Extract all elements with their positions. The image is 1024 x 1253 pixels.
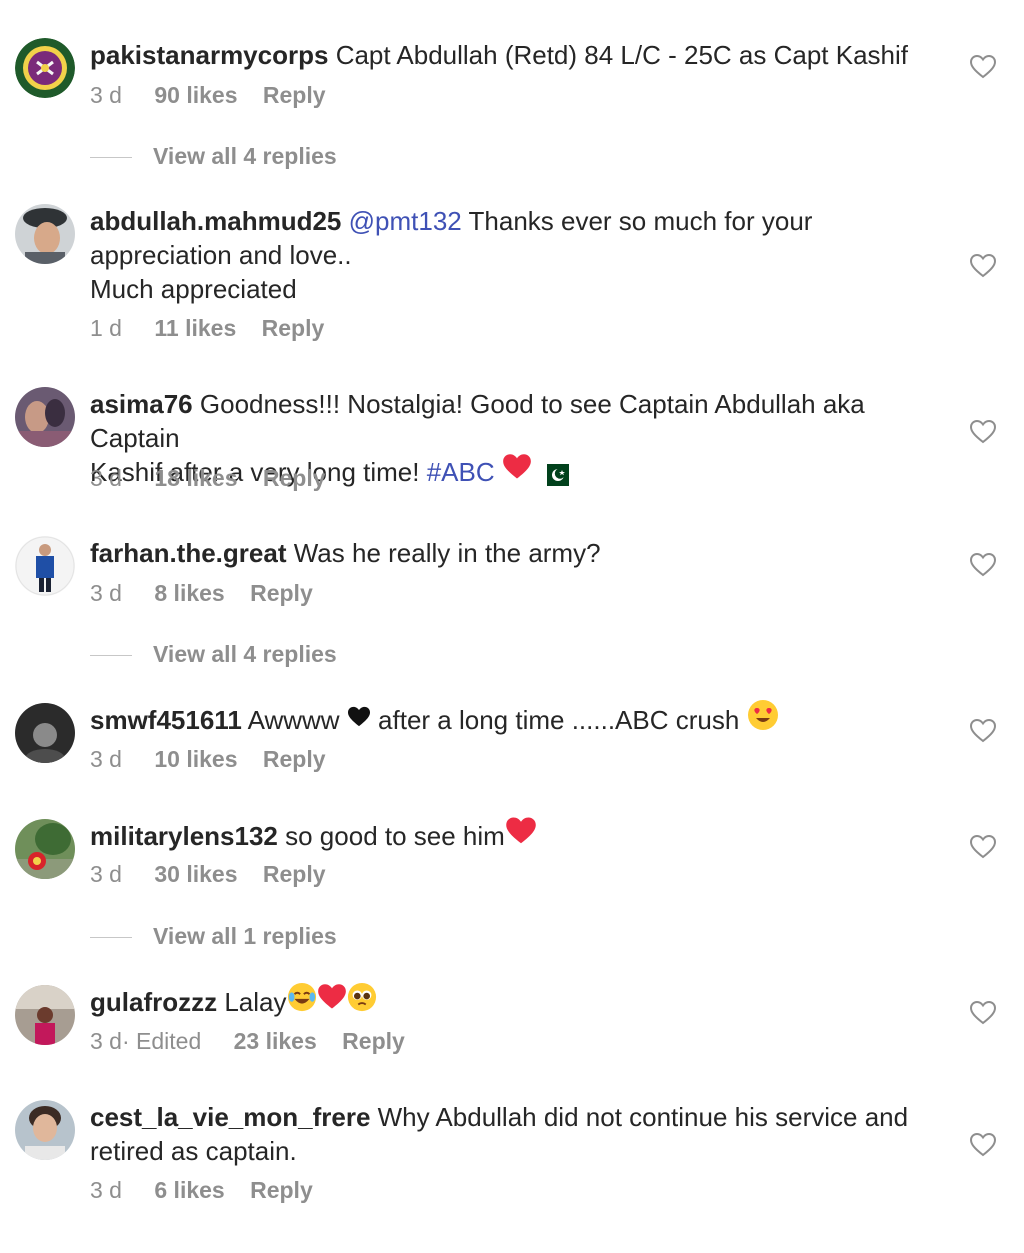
- reply-divider-line: [90, 937, 132, 938]
- heart-eyes-emoji-icon: [747, 699, 779, 739]
- timestamp: 3 d: [90, 861, 122, 887]
- likes-count[interactable]: 8 likes: [154, 580, 224, 606]
- comment-text: abdullah.mahmud25 @pmt132 Thanks ever so…: [90, 204, 960, 306]
- reply-button[interactable]: Reply: [262, 315, 325, 341]
- comment-meta: 3 d 30 likes Reply: [90, 860, 326, 888]
- comment-body: Capt Abdullah (Retd) 84 L/C - 25C as Cap…: [335, 40, 908, 70]
- comment-body-line: Much appreciated: [90, 274, 297, 304]
- comment-text: cest_la_vie_mon_frere Why Abdullah did n…: [90, 1100, 960, 1168]
- comment-body-line: appreciation and love..: [90, 240, 352, 270]
- username[interactable]: gulafrozzz: [90, 987, 217, 1017]
- avatar[interactable]: [15, 536, 75, 596]
- comment-meta: 1 d 11 likes Reply: [90, 314, 324, 342]
- timestamp: 3 d: [90, 1177, 122, 1203]
- like-heart-icon[interactable]: [970, 420, 996, 444]
- likes-count[interactable]: 30 likes: [154, 861, 237, 887]
- timestamp: 3 d: [90, 465, 122, 491]
- likes-count[interactable]: 23 likes: [234, 1028, 317, 1054]
- view-replies-label[interactable]: View all 1 replies: [153, 923, 337, 950]
- comment-meta: 3 d 10 likes Reply: [90, 745, 326, 773]
- like-heart-icon[interactable]: [970, 254, 996, 278]
- pakistan-flag-icon: [539, 460, 570, 487]
- comment-body: Lalay: [224, 987, 287, 1017]
- avatar[interactable]: [15, 985, 75, 1045]
- reply-divider-line: [90, 157, 132, 158]
- username[interactable]: cest_la_vie_mon_frere: [90, 1102, 370, 1132]
- like-heart-icon[interactable]: [970, 1133, 996, 1157]
- like-heart-icon[interactable]: [970, 719, 996, 743]
- like-heart-icon[interactable]: [970, 55, 996, 79]
- likes-count[interactable]: 10 likes: [154, 746, 237, 772]
- reply-button[interactable]: Reply: [263, 465, 326, 491]
- reply-divider-line: [90, 655, 132, 656]
- comment-text: militarylens132 so good to see him: [90, 816, 960, 854]
- view-replies-label[interactable]: View all 4 replies: [153, 641, 337, 668]
- avatar[interactable]: [15, 204, 75, 264]
- timestamp: 1 d: [90, 315, 122, 341]
- username[interactable]: pakistanarmycorps: [90, 40, 328, 70]
- avatar[interactable]: [15, 38, 75, 98]
- hashtag-link[interactable]: #ABC: [427, 457, 495, 487]
- tears-of-joy-emoji-icon: [287, 982, 317, 1020]
- reply-button[interactable]: Reply: [263, 861, 326, 887]
- comment-meta: 3 d 18 likes Reply: [90, 464, 326, 492]
- username[interactable]: abdullah.mahmud25: [90, 206, 341, 236]
- avatar[interactable]: [15, 387, 75, 447]
- avatar[interactable]: [15, 1100, 75, 1160]
- comment-body-line: Thanks ever so much for your: [468, 206, 813, 236]
- mention-link[interactable]: @pmt132: [349, 206, 462, 236]
- reply-button[interactable]: Reply: [250, 580, 313, 606]
- timestamp: 3 d· Edited: [90, 1028, 202, 1054]
- view-replies-label[interactable]: View all 4 replies: [153, 143, 337, 170]
- timestamp: 3 d: [90, 746, 122, 772]
- likes-count[interactable]: 11 likes: [154, 315, 236, 341]
- like-heart-icon[interactable]: [970, 1001, 996, 1025]
- red-heart-emoji-icon: [502, 453, 532, 489]
- red-heart-emoji-icon: [317, 983, 347, 1019]
- comment-meta: 3 d 8 likes Reply: [90, 579, 313, 607]
- comment-meta: 3 d 6 likes Reply: [90, 1176, 313, 1204]
- timestamp: 3 d: [90, 580, 122, 606]
- likes-count[interactable]: 18 likes: [154, 465, 237, 491]
- comment-body: Was he really in the army?: [293, 538, 601, 568]
- username[interactable]: militarylens132: [90, 821, 278, 851]
- comment-meta: 3 d 90 likes Reply: [90, 81, 326, 109]
- likes-count[interactable]: 90 likes: [154, 82, 237, 108]
- comment-text: smwf451611 Awwww after a long time .....…: [90, 700, 960, 739]
- reply-button[interactable]: Reply: [250, 1177, 313, 1203]
- avatar[interactable]: [15, 703, 75, 763]
- pleading-face-emoji-icon: [347, 982, 377, 1020]
- comment-body: Awwww: [247, 705, 340, 735]
- comment-body: so good to see him: [285, 821, 505, 851]
- username[interactable]: asima76: [90, 389, 193, 419]
- timestamp: 3 d: [90, 82, 122, 108]
- like-heart-icon[interactable]: [970, 835, 996, 859]
- comment-meta: 3 d· Edited 23 likes Reply: [90, 1027, 405, 1055]
- comment-body-line: Why Abdullah did not continue his servic…: [377, 1102, 909, 1132]
- comment-body-line: Goodness!!! Nostalgia! Good to see Capta…: [90, 389, 865, 453]
- reply-button[interactable]: Reply: [263, 746, 326, 772]
- avatar[interactable]: [15, 819, 75, 879]
- username[interactable]: smwf451611: [90, 705, 242, 735]
- likes-count[interactable]: 6 likes: [154, 1177, 224, 1203]
- comment-text: farhan.the.great Was he really in the ar…: [90, 536, 960, 570]
- comment-body: after a long time ......ABC crush: [378, 705, 740, 735]
- comment-text: gulafrozzz Lalay: [90, 982, 960, 1020]
- username[interactable]: farhan.the.great: [90, 538, 287, 568]
- black-heart-emoji-icon: [347, 702, 371, 736]
- comment-body-line: retired as captain.: [90, 1136, 297, 1166]
- reply-button[interactable]: Reply: [263, 82, 326, 108]
- red-heart-emoji-icon: [505, 816, 537, 854]
- like-heart-icon[interactable]: [970, 553, 996, 577]
- reply-button[interactable]: Reply: [342, 1028, 405, 1054]
- comment-text: pakistanarmycorps Capt Abdullah (Retd) 8…: [90, 38, 960, 72]
